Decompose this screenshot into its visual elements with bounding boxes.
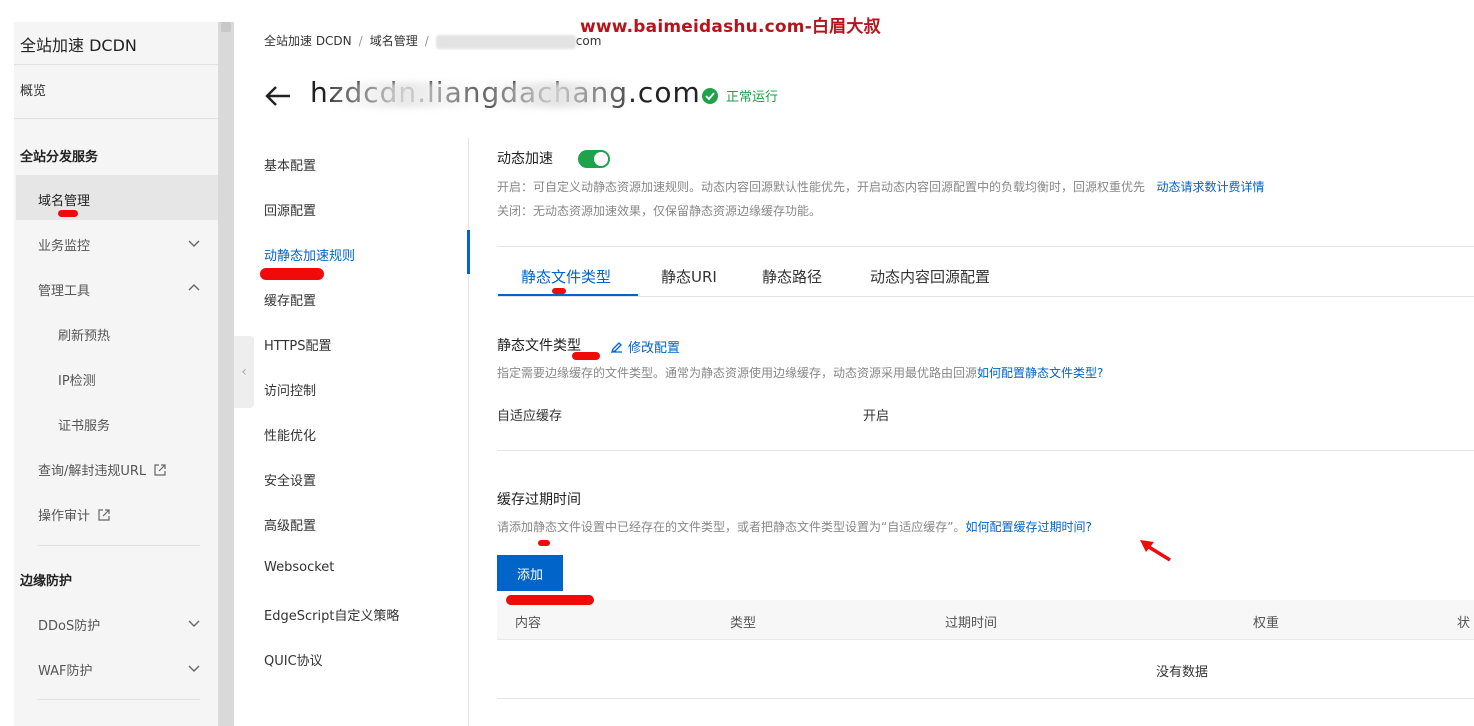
sidebar-divider — [14, 64, 218, 65]
watermark: www.baimeidashu.com-白眉大叔 — [580, 17, 881, 37]
sidebar-item-label: 查询/解封违规URL — [38, 464, 147, 479]
menu-item-origin[interactable]: 回源配置 — [264, 200, 316, 219]
breadcrumb: 全站加速 DCDN / 域名管理 / com — [264, 34, 602, 49]
sidebar-title: 全站加速 DCDN — [20, 36, 137, 55]
chevron-down-icon[interactable] — [188, 617, 200, 629]
dynamic-accel-label: 动态加速 — [497, 151, 553, 167]
sidebar-section-edge: 边缘防护 — [20, 574, 73, 589]
sidebar-item-refresh[interactable]: 刷新预热 — [58, 325, 110, 344]
breadcrumb-item[interactable]: 域名管理 — [370, 34, 418, 48]
column-header-status: 状 — [1457, 616, 1471, 631]
menu-item-security[interactable]: 安全设置 — [264, 470, 316, 489]
pencil-icon — [611, 342, 622, 353]
sidebar-item-overview[interactable]: 概览 — [20, 80, 46, 99]
menu-item-basic[interactable]: 基本配置 — [264, 155, 316, 174]
dynamic-desc-on: 开启：可自定义动静态资源加速规则。动态内容回源默认性能优先，开启动态内容回源配置… — [497, 178, 1264, 195]
menu-item-quic[interactable]: QUIC协议 — [264, 650, 323, 669]
sidebar-divider — [14, 118, 218, 119]
dynamic-desc-off: 关闭：无动态资源加速效果，仅保留静态资源边缘缓存功能。 — [497, 204, 822, 218]
red-underline-mark — [572, 352, 600, 360]
sidebar-item-domain-mgmt[interactable]: 域名管理 — [38, 190, 90, 209]
cache-expire-help-link[interactable]: 如何配置缓存过期时间? — [965, 520, 1091, 534]
menu-item-edgescript[interactable]: EdgeScript自定义策略 — [264, 605, 399, 624]
column-header-type: 类型 — [730, 616, 757, 631]
tab-static-uri[interactable]: 静态URI — [661, 266, 717, 287]
tab-static-file-type[interactable]: 静态文件类型 — [521, 266, 611, 287]
static-type-title: 静态文件类型 — [497, 338, 581, 354]
sidebar-item-cert[interactable]: 证书服务 — [58, 415, 110, 434]
title-redaction — [330, 82, 630, 108]
scrollbar-thumb[interactable] — [221, 22, 231, 32]
static-type-desc: 指定需要边缘缓存的文件类型。通常为静态资源使用边缘缓存，动态资源采用最优路由回源… — [497, 364, 1103, 381]
static-type-desc-text: 指定需要边缘缓存的文件类型。通常为静态资源使用边缘缓存，动态资源采用最优路由回源 — [497, 366, 978, 380]
table-header: 内容 类型 过期时间 权重 状 — [497, 600, 1474, 640]
check-circle-icon — [702, 88, 718, 104]
red-arrow-icon — [1140, 540, 1171, 562]
breadcrumb-redacted — [435, 34, 576, 49]
status-badge: 正常运行 — [702, 86, 778, 105]
sidebar-item-query-url[interactable]: 查询/解封违规URL — [38, 460, 166, 479]
breadcrumb-item[interactable]: 全站加速 DCDN — [264, 34, 352, 48]
tab-static-path[interactable]: 静态路径 — [762, 266, 822, 287]
menu-item-websocket[interactable]: Websocket — [264, 560, 334, 575]
sidebar-item-ip-check[interactable]: IP检测 — [58, 370, 96, 389]
menu-item-https[interactable]: HTTPS配置 — [264, 335, 332, 354]
chevron-down-icon[interactable] — [188, 662, 200, 674]
sidebar-item-monitoring[interactable]: 业务监控 — [38, 235, 90, 254]
edit-config-label: 修改配置 — [628, 341, 681, 356]
edge-strip — [0, 0, 14, 726]
sidebar-item-tools[interactable]: 管理工具 — [38, 280, 90, 299]
menu-item-cache[interactable]: 缓存配置 — [264, 290, 316, 309]
menu-item-advanced[interactable]: 高级配置 — [264, 515, 316, 534]
red-underline-mark — [506, 595, 594, 605]
external-link-icon — [154, 464, 166, 476]
red-underline-mark — [58, 210, 78, 217]
column-header-weight: 权重 — [1253, 616, 1280, 631]
external-link-icon — [98, 509, 110, 521]
sidebar-divider — [38, 699, 200, 700]
sidebar: 全站加速 DCDN 概览 全站分发服务 域名管理 业务监控 管理工具 刷新预热 … — [14, 22, 218, 726]
table-divider — [497, 698, 1474, 699]
adaptive-cache-value: 开启 — [863, 409, 890, 424]
cache-expire-desc: 请添加静态文件设置中已经存在的文件类型，或者把静态文件类型设置为“自适应缓存”。… — [497, 518, 1092, 535]
sidebar-collapse-toggle[interactable]: ‹ — [234, 336, 254, 408]
static-type-help-link[interactable]: 如何配置静态文件类型? — [977, 366, 1103, 380]
adaptive-cache-label: 自适应缓存 — [497, 409, 563, 424]
chevron-left-icon: ‹ — [241, 364, 247, 380]
table-empty-text: 没有数据 — [1156, 665, 1209, 680]
dynamic-desc-on-text: 开启：可自定义动静态资源加速规则。动态内容回源默认性能优先，开启动态内容回源配置… — [497, 180, 1146, 194]
menu-item-performance[interactable]: 性能优化 — [264, 425, 316, 444]
sidebar-section-distribution: 全站分发服务 — [20, 150, 99, 165]
breadcrumb-item: com — [575, 34, 602, 48]
section-divider — [497, 450, 1474, 451]
red-underline-mark — [260, 268, 324, 280]
sidebar-item-audit[interactable]: 操作审计 — [38, 505, 110, 524]
billing-details-link[interactable]: 动态请求数计费详情 — [1156, 180, 1264, 194]
sidebar-scrollbar[interactable] — [218, 22, 234, 726]
sidebar-item-label: 操作审计 — [38, 509, 91, 524]
menu-item-access-control[interactable]: 访问控制 — [264, 380, 316, 399]
tab-dynamic-origin[interactable]: 动态内容回源配置 — [870, 266, 990, 287]
red-underline-mark — [552, 288, 566, 294]
red-underline-mark — [538, 540, 550, 546]
add-button[interactable]: 添加 — [497, 555, 563, 591]
chevron-up-icon[interactable] — [188, 282, 200, 294]
dynamic-accel-toggle[interactable] — [578, 150, 610, 168]
menu-active-indicator — [467, 230, 470, 274]
sidebar-item-waf[interactable]: WAF防护 — [38, 660, 93, 679]
sidebar-divider — [38, 545, 200, 546]
menu-divider — [468, 138, 469, 726]
chevron-down-icon[interactable] — [188, 237, 200, 249]
tabs-divider — [497, 296, 1474, 297]
sidebar-item-ddos[interactable]: DDoS防护 — [38, 615, 100, 634]
column-header-expire: 过期时间 — [945, 616, 998, 631]
column-header-content: 内容 — [515, 616, 542, 631]
cache-expire-title: 缓存过期时间 — [497, 492, 581, 508]
back-arrow-icon[interactable] — [264, 84, 292, 108]
section-divider — [497, 246, 1474, 247]
menu-item-dynamic-static[interactable]: 动静态加速规则 — [264, 245, 355, 264]
edit-config-link[interactable]: 修改配置 — [611, 337, 680, 356]
cache-expire-desc-text: 请添加静态文件设置中已经存在的文件类型，或者把静态文件类型设置为“自适应缓存”。 — [497, 520, 966, 534]
status-text: 正常运行 — [726, 90, 779, 105]
